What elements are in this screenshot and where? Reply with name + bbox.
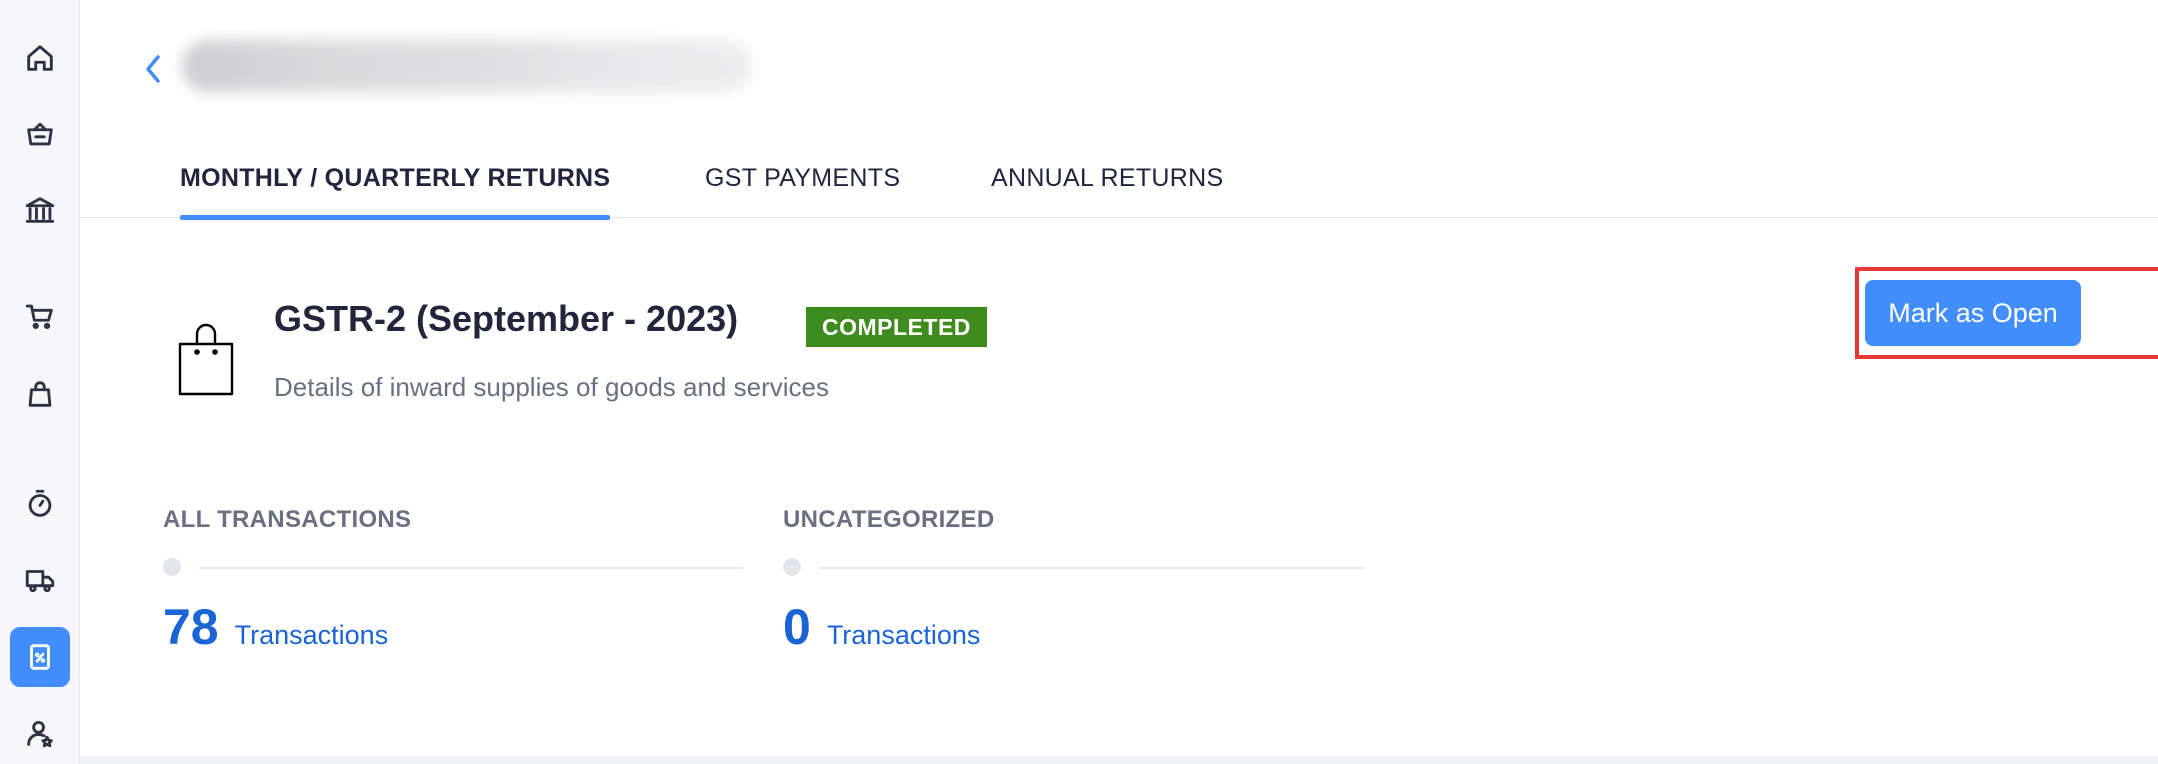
sidebar-item-purchases[interactable] xyxy=(10,364,70,424)
tab-gst-payments[interactable]: GST PAYMENTS xyxy=(705,164,900,218)
sidebar-item-time-tracking[interactable] xyxy=(10,474,70,534)
cart-icon xyxy=(25,304,53,330)
bottom-divider xyxy=(80,756,2158,764)
sidebar-item-banking[interactable] xyxy=(10,180,70,240)
sidebar-item-eway-bills[interactable] xyxy=(10,550,70,610)
sidebar-item-gst-filing[interactable] xyxy=(10,627,70,687)
organization-name-redacted xyxy=(182,40,752,92)
mark-as-open-button[interactable]: Mark as Open xyxy=(1865,280,2081,346)
sidebar-item-items[interactable] xyxy=(10,104,70,164)
status-badge: COMPLETED xyxy=(806,307,987,347)
all-transactions-link[interactable]: Transactions xyxy=(235,620,389,651)
tab-annual-returns[interactable]: ANNUAL RETURNS xyxy=(991,164,1223,218)
shopping-bag-icon xyxy=(28,381,52,407)
stat-label: UNCATEGORIZED xyxy=(783,506,995,533)
timer-icon xyxy=(28,489,52,517)
progress-line xyxy=(819,567,1363,569)
chevron-left-icon xyxy=(146,55,160,83)
gst-filing-icon xyxy=(30,644,50,670)
stat-progress-track xyxy=(783,556,1383,576)
stat-count: 0 xyxy=(783,599,811,655)
sidebar-item-sales[interactable] xyxy=(10,286,70,346)
main-content: MONTHLY / QUARTERLY RETURNS GST PAYMENTS… xyxy=(80,0,2158,764)
truck-icon xyxy=(25,570,55,593)
progress-dot xyxy=(163,558,181,576)
sidebar-item-accountant[interactable] xyxy=(10,703,70,763)
sidebar xyxy=(0,0,80,764)
back-button[interactable] xyxy=(138,52,168,86)
stat-uncategorized: UNCATEGORIZED 0 Transactions xyxy=(783,506,1383,656)
home-icon xyxy=(27,45,53,71)
return-description: Details of inward supplies of goods and … xyxy=(274,372,829,402)
shopping-bag-icon xyxy=(176,318,236,398)
tab-bar: MONTHLY / QUARTERLY RETURNS GST PAYMENTS… xyxy=(80,150,2158,220)
tab-monthly-quarterly-returns[interactable]: MONTHLY / QUARTERLY RETURNS xyxy=(180,164,611,220)
stat-label: ALL TRANSACTIONS xyxy=(163,506,412,533)
progress-line xyxy=(199,567,743,569)
stat-progress-track xyxy=(163,556,763,576)
bank-icon xyxy=(25,197,55,223)
return-title: GSTR-2 (September - 2023) xyxy=(274,298,739,339)
basket-icon xyxy=(27,122,53,146)
progress-dot xyxy=(783,558,801,576)
stat-count: 78 xyxy=(163,599,219,655)
stat-all-transactions: ALL TRANSACTIONS 78 Transactions xyxy=(163,506,763,656)
user-settings-icon xyxy=(27,720,53,748)
sidebar-item-home[interactable] xyxy=(10,28,70,88)
uncategorized-transactions-link[interactable]: Transactions xyxy=(827,620,981,651)
